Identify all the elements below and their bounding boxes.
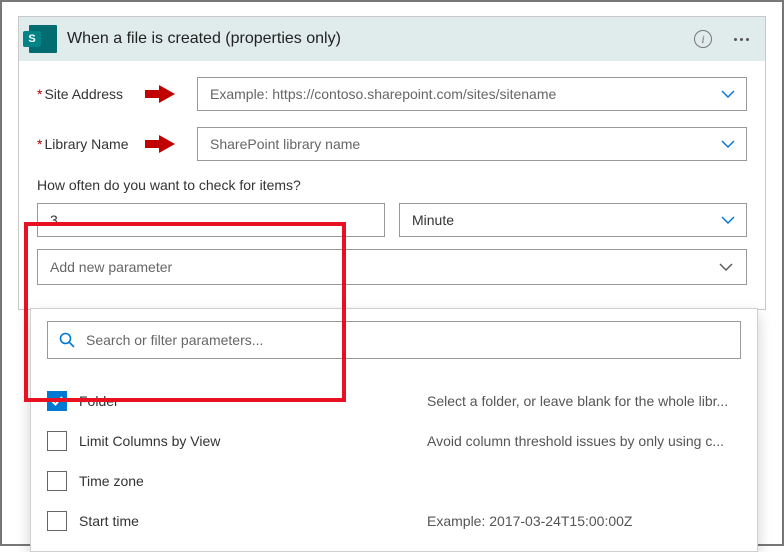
- interval-prompt: How often do you want to check for items…: [37, 177, 747, 193]
- card-title: When a file is created (properties only): [67, 30, 679, 48]
- parameter-list: Folder Select a folder, or leave blank fo…: [47, 381, 741, 541]
- param-label: Time zone: [79, 473, 415, 489]
- parameter-panel: Search or filter parameters... Folder Sel…: [30, 308, 758, 552]
- param-description: Example: 2017-03-24T15:00:00Z: [427, 513, 741, 529]
- param-checkbox[interactable]: [47, 471, 67, 491]
- interval-row: Minute: [37, 203, 747, 237]
- param-item[interactable]: Folder Select a folder, or leave blank fo…: [47, 381, 741, 421]
- chevron-down-icon: [720, 136, 736, 152]
- interval-unit-dropdown[interactable]: Minute: [399, 203, 747, 237]
- interval-input[interactable]: [37, 203, 385, 237]
- label-library-name: *Library Name: [37, 136, 137, 152]
- chevron-down-icon: [720, 212, 736, 228]
- site-address-dropdown[interactable]: Example: https://contoso.sharepoint.com/…: [197, 77, 747, 111]
- param-item[interactable]: Limit Columns by View Avoid column thresh…: [47, 421, 741, 461]
- param-item[interactable]: Start time Example: 2017-03-24T15:00:00Z: [47, 501, 741, 541]
- param-label: Limit Columns by View: [79, 433, 415, 449]
- library-name-placeholder: SharePoint library name: [210, 136, 360, 152]
- add-parameter-dropdown[interactable]: Add new parameter: [37, 249, 747, 285]
- interval-unit-label: Minute: [412, 212, 454, 228]
- annotation-arrow: [147, 85, 187, 103]
- row-library-name: *Library Name SharePoint library name: [37, 127, 747, 161]
- param-checkbox[interactable]: [47, 431, 67, 451]
- more-button[interactable]: [727, 25, 755, 53]
- param-label: Start time: [79, 513, 415, 529]
- sharepoint-icon-letter: S: [23, 31, 41, 47]
- red-arrow-icon: [159, 135, 175, 153]
- info-button[interactable]: i: [689, 25, 717, 53]
- search-icon: [58, 331, 76, 349]
- required-marker: *: [37, 86, 42, 102]
- param-description: Select a folder, or leave blank for the …: [427, 393, 741, 409]
- add-parameter-label: Add new parameter: [50, 259, 172, 275]
- param-label: Folder: [79, 393, 415, 409]
- param-checkbox[interactable]: [47, 391, 67, 411]
- add-parameter-row: Add new parameter: [37, 249, 747, 285]
- label-site-address: *Site Address: [37, 86, 137, 102]
- action-card: S When a file is created (properties onl…: [18, 16, 766, 310]
- chevron-down-icon: [720, 86, 736, 102]
- param-item[interactable]: Time zone: [47, 461, 741, 501]
- site-address-placeholder: Example: https://contoso.sharepoint.com/…: [210, 86, 556, 102]
- ellipsis-icon: [734, 38, 749, 41]
- parameter-search[interactable]: Search or filter parameters...: [47, 321, 741, 359]
- info-icon: i: [694, 30, 712, 48]
- card-header: S When a file is created (properties onl…: [19, 17, 765, 61]
- row-site-address: *Site Address Example: https://contoso.s…: [37, 77, 747, 111]
- card-body: *Site Address Example: https://contoso.s…: [19, 61, 765, 309]
- power-automate-action-card: S When a file is created (properties onl…: [0, 0, 784, 546]
- param-description: Avoid column threshold issues by only us…: [427, 433, 741, 449]
- chevron-down-icon: [718, 259, 734, 275]
- param-checkbox[interactable]: [47, 511, 67, 531]
- annotation-arrow: [147, 135, 187, 153]
- sharepoint-icon: S: [29, 25, 57, 53]
- required-marker: *: [37, 136, 42, 152]
- parameter-search-placeholder: Search or filter parameters...: [86, 332, 263, 348]
- library-name-dropdown[interactable]: SharePoint library name: [197, 127, 747, 161]
- red-arrow-icon: [159, 85, 175, 103]
